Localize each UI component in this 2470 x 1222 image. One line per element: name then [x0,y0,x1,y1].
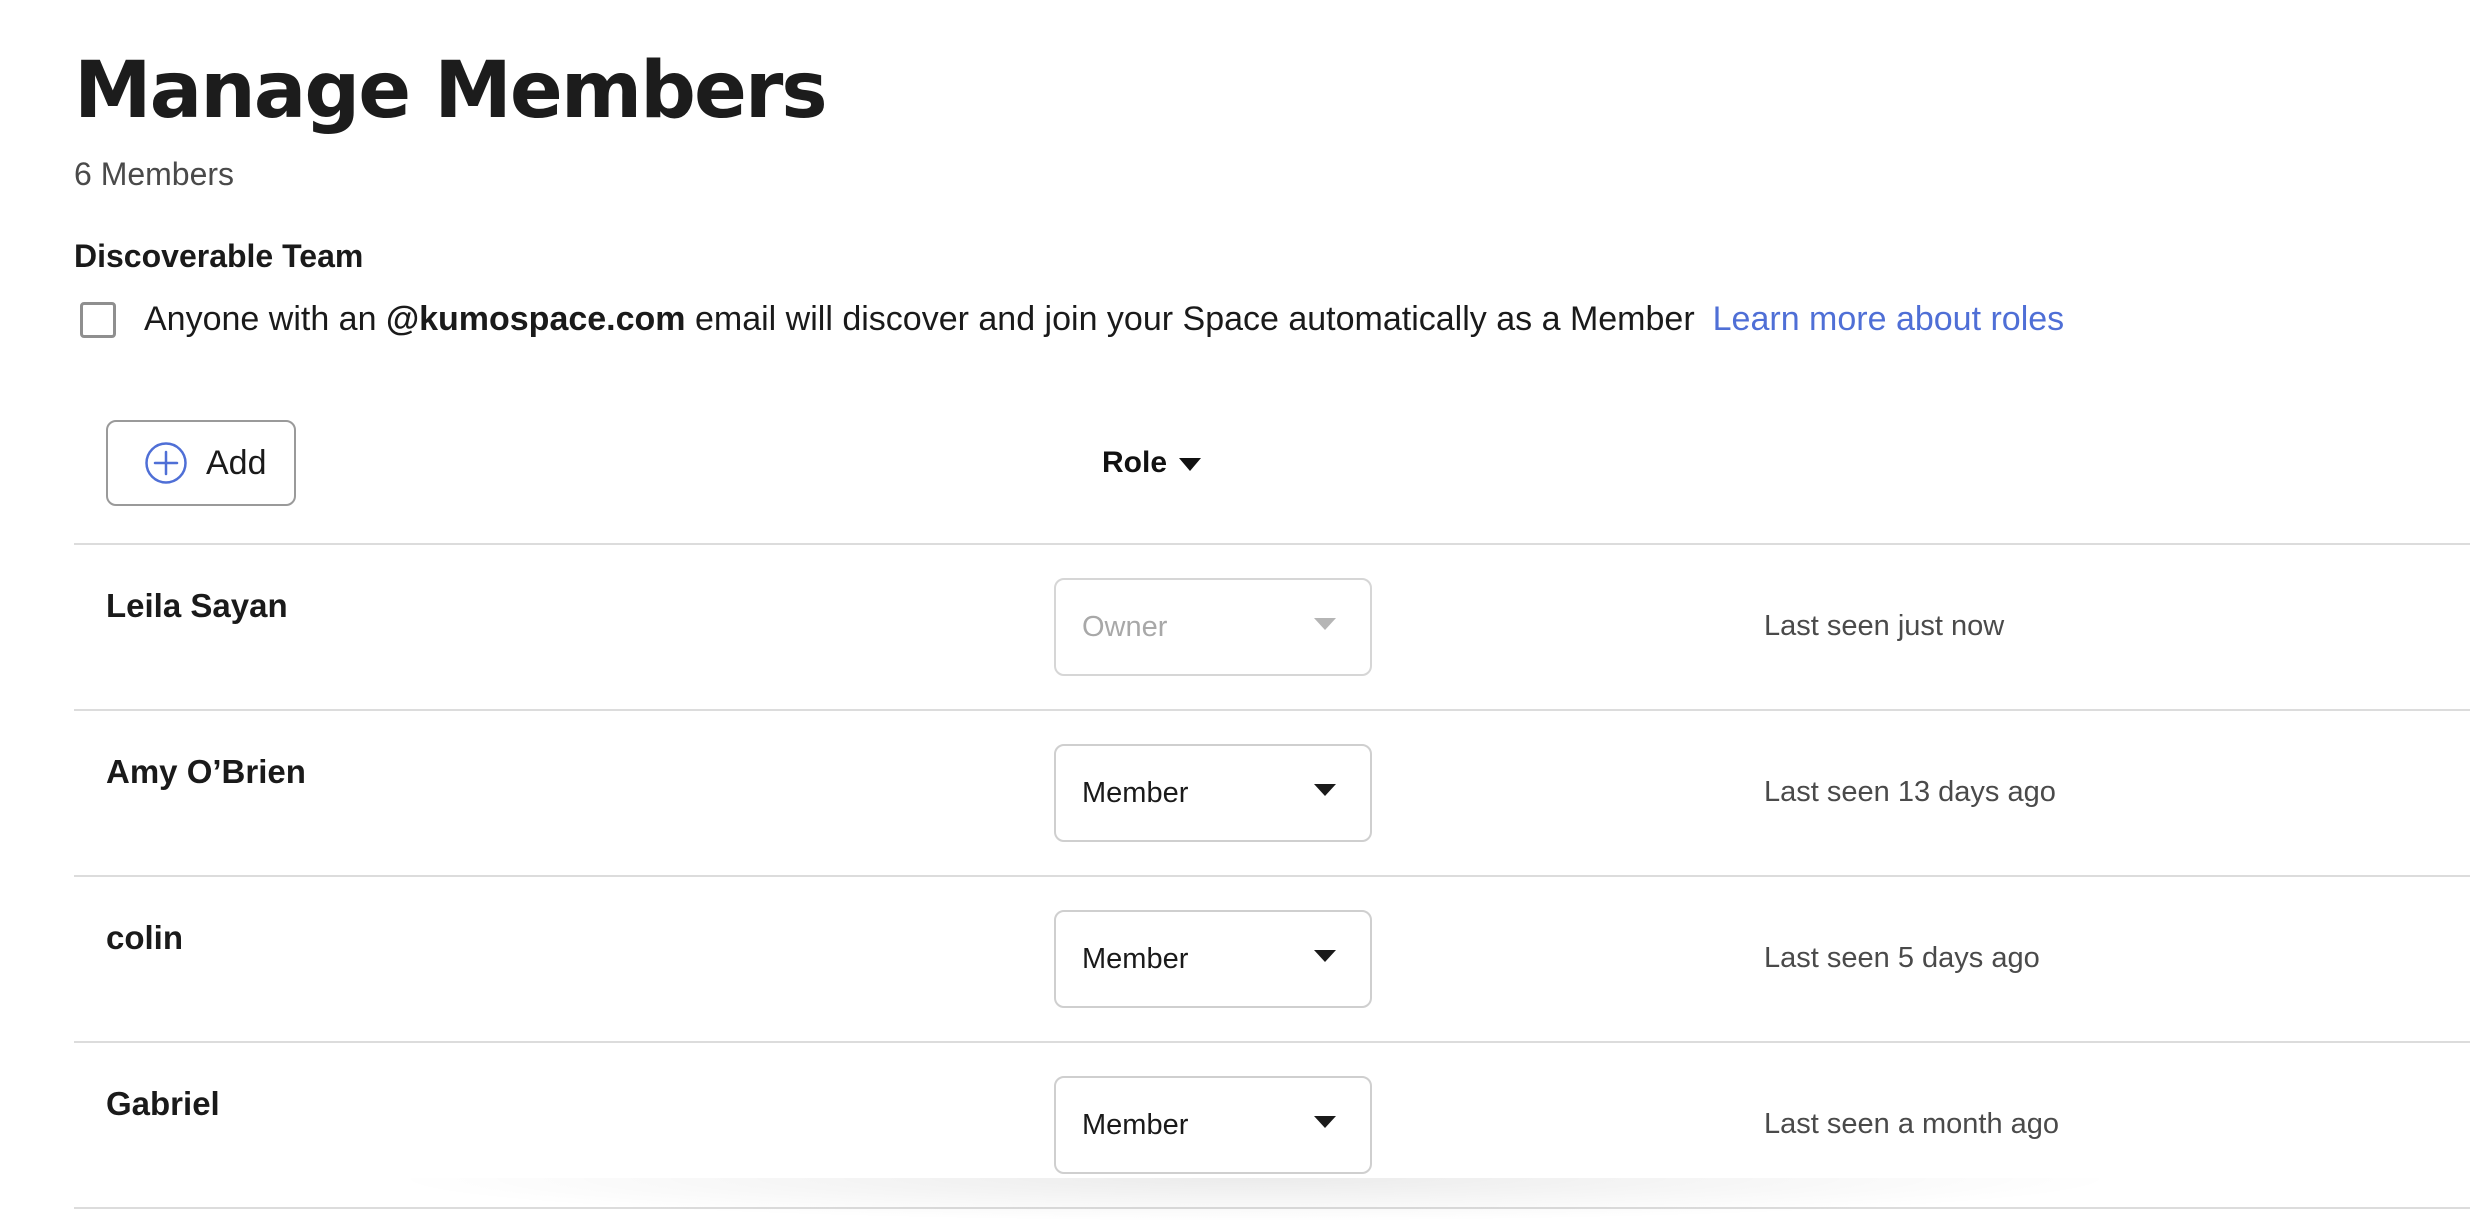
description-prefix: Anyone with an [144,300,386,338]
chevron-down-icon [1314,618,1336,636]
discoverable-team-description: Anyone with an @kumospace.com email will… [144,300,1695,339]
learn-more-roles-link[interactable]: Learn more about roles [1713,300,2065,339]
role-select[interactable]: Member [1054,744,1372,842]
chevron-down-icon [1314,784,1336,802]
role-select[interactable]: Member [1054,910,1372,1008]
chevron-down-icon [1314,1116,1336,1134]
last-seen-status: Last seen just now [1764,610,2005,642]
email-domain: @kumospace.com [385,300,686,338]
row-divider [74,875,2470,877]
member-count: 6 Members [74,156,235,192]
description-suffix: email will discover and join your Space … [685,300,1695,338]
role-select-value: Member [1082,942,1189,975]
role-select-value: Member [1082,776,1189,809]
header-divider [74,543,2470,545]
role-select: Owner [1054,578,1372,676]
member-name: Gabriel [106,1085,220,1122]
scroll-shadow [380,1178,2130,1222]
discoverable-team-heading: Discoverable Team [74,238,364,274]
discoverable-team-row: Anyone with an @kumospace.com email will… [80,300,2064,339]
row-divider [74,1041,2470,1043]
role-column-header[interactable]: Role [1102,446,1202,480]
member-name: Leila Sayan [106,587,288,624]
row-divider [74,709,2470,711]
discoverable-team-checkbox[interactable] [80,301,116,338]
last-seen-status: Last seen a month ago [1764,1108,2060,1140]
last-seen-status: Last seen 5 days ago [1764,942,2040,974]
page-title: Manage Members [74,46,828,136]
role-select-value: Owner [1082,610,1168,643]
caret-down-icon [1167,446,1202,480]
add-button-label: Add [206,443,267,482]
role-column-label: Role [1102,446,1168,479]
plus-circle-icon [144,441,188,485]
last-seen-status: Last seen 13 days ago [1764,776,2056,808]
role-select-value: Member [1082,1108,1189,1141]
chevron-down-icon [1314,950,1336,968]
member-name: colin [106,919,184,956]
add-member-button[interactable]: Add [106,420,296,506]
member-name: Amy O’Brien [106,753,306,790]
role-select[interactable]: Member [1054,1076,1372,1174]
